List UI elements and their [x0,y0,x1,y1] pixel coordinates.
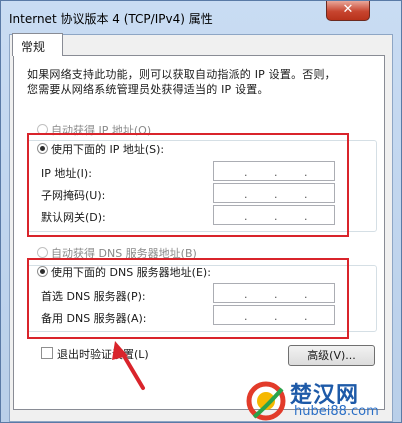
preferred-dns-field[interactable]: ... [213,283,335,303]
auto-dns-label: 自动获得 DNS 服务器地址(B) [51,247,197,260]
alternate-dns-field[interactable]: ... [213,305,335,325]
validate-on-exit-label: 退出时验证设置(L) [57,348,149,361]
close-icon: ✕ [342,2,354,17]
ip-address-label: IP 地址(I): [41,167,92,180]
tab-general[interactable]: 常规 [12,33,63,56]
tab-label: 常规 [21,40,46,54]
alternate-dns-label: 备用 DNS 服务器(A): [41,312,147,325]
title-bar[interactable]: Internet 协议版本 4 (TCP/IPv4) 属性 ✕ [1,1,401,33]
preferred-dns-label: 首选 DNS 服务器(P): [41,290,146,303]
ip-address-field[interactable]: ... [213,161,335,181]
manual-ip-radio[interactable] [37,143,48,154]
description-line-1: 如果网络支持此功能，则可以获取自动指派的 IP 设置。否则， [27,68,336,81]
auto-dns-radio[interactable] [37,247,48,258]
subnet-mask-field[interactable]: ... [213,183,335,203]
manual-dns-label: 使用下面的 DNS 服务器地址(E): [51,266,211,279]
description-text: 如果网络支持此功能，则可以获取自动指派的 IP 设置。否则， 您需要从网络系统管… [27,67,377,97]
auto-ip-radio[interactable] [37,124,48,135]
manual-ip-label: 使用下面的 IP 地址(S): [51,143,165,156]
close-button[interactable]: ✕ [326,1,370,21]
default-gateway-field[interactable]: ... [213,205,335,225]
advanced-button[interactable]: 高级(V)... [288,345,375,366]
validate-on-exit-checkbox[interactable] [41,347,53,359]
description-line-2: 您需要从网络系统管理员处获得适当的 IP 设置。 [27,83,269,96]
subnet-mask-label: 子网掩码(U): [41,189,106,202]
auto-ip-label: 自动获得 IP 地址(O) [51,124,152,137]
manual-dns-radio[interactable] [37,266,48,277]
default-gateway-label: 默认网关(D): [41,211,106,224]
watermark-url: hubei88.com [294,404,379,419]
window-title: Internet 协议版本 4 (TCP/IPv4) 属性 [9,12,213,26]
